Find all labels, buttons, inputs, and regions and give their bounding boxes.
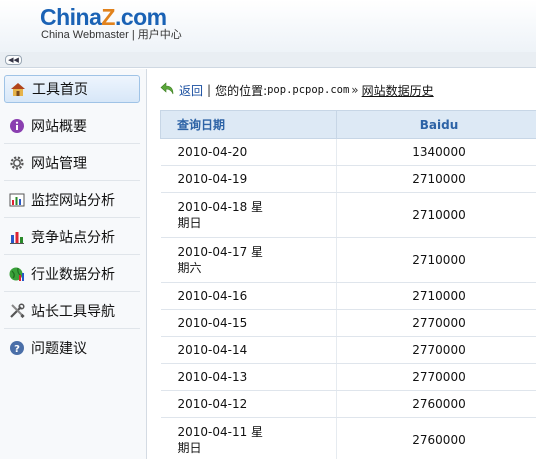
cell-date: 2010-04-12 bbox=[177, 397, 248, 411]
sidebar: 工具首页 网站概要 网站管理 监控网站分析 竞争站点分析 行业数据分析 站长工具… bbox=[0, 69, 147, 459]
sidebar-item-home[interactable]: 工具首页 bbox=[4, 75, 140, 103]
tools-icon bbox=[9, 303, 25, 319]
cell-date: 2010-04-17 星期六 bbox=[177, 245, 264, 275]
cell-baidu: 1340000 bbox=[336, 138, 536, 166]
cell-date: 2010-04-13 bbox=[177, 370, 248, 384]
home-icon bbox=[10, 81, 26, 97]
bar-chart-icon bbox=[9, 192, 25, 208]
cell-date: 2010-04-15 bbox=[177, 316, 248, 330]
cell-date: 2010-04-16 bbox=[177, 289, 248, 303]
logo-text-com: .com bbox=[114, 4, 167, 30]
column-header-baidu: Baidu bbox=[336, 110, 536, 139]
header-subtitle: China Webmaster | 用户中心 bbox=[41, 29, 182, 41]
current-page-link[interactable]: 网站数据历史 bbox=[362, 82, 434, 99]
cell-baidu: 2770000 bbox=[336, 309, 536, 337]
cell-baidu: 2710000 bbox=[336, 165, 536, 193]
table-row: 2010-04-15 2770000 bbox=[160, 309, 536, 337]
table-row: 2010-04-20 1340000 bbox=[160, 138, 536, 166]
cell-date: 2010-04-20 bbox=[177, 145, 248, 159]
sidebar-item-monitor-analysis[interactable]: 监控网站分析 bbox=[4, 186, 140, 214]
cell-baidu: 2770000 bbox=[336, 363, 536, 391]
table-row: 2010-04-18 星期日 2710000 bbox=[160, 192, 536, 238]
table-row: 2010-04-16 2710000 bbox=[160, 282, 536, 310]
cell-baidu: 2760000 bbox=[336, 417, 536, 459]
logo-text-china: China bbox=[40, 4, 102, 30]
history-table: 查询日期 Baidu 2010-04-20 1340000 2010-04-19… bbox=[160, 110, 536, 459]
table-row: 2010-04-11 星期日 2760000 bbox=[160, 417, 536, 459]
info-icon bbox=[9, 118, 25, 134]
cell-baidu: 2760000 bbox=[336, 390, 536, 418]
svg-text:?: ? bbox=[14, 344, 20, 355]
sidebar-item-label: 问题建议 bbox=[31, 341, 87, 357]
toggle-bar: ◀◀ bbox=[0, 52, 536, 68]
cell-baidu: 2710000 bbox=[336, 192, 536, 238]
sidebar-item-label: 竞争站点分析 bbox=[31, 230, 115, 246]
cell-baidu: 2710000 bbox=[336, 282, 536, 310]
cell-date: 2010-04-14 bbox=[177, 343, 248, 357]
logo[interactable]: ChinaZ.com bbox=[40, 4, 167, 30]
sidebar-item-competitor-analysis[interactable]: 竞争站点分析 bbox=[4, 223, 140, 251]
sidebar-item-label: 站长工具导航 bbox=[31, 304, 115, 320]
globe-chart-icon bbox=[9, 266, 25, 282]
main-content: 返回 | 您的位置: pop.pcpop.com » 网站数据历史 查询日期 B… bbox=[148, 69, 536, 459]
table-row: 2010-04-19 2710000 bbox=[160, 165, 536, 193]
sidebar-item-overview[interactable]: 网站概要 bbox=[4, 112, 140, 140]
help-icon: ? bbox=[9, 340, 25, 356]
table-row: 2010-04-12 2760000 bbox=[160, 390, 536, 418]
breadcrumb-separator: | bbox=[207, 83, 212, 97]
table-row: 2010-04-17 星期六 2710000 bbox=[160, 237, 536, 283]
site-domain: pop.pcpop.com bbox=[267, 84, 350, 96]
column-chart-icon bbox=[9, 229, 25, 245]
column-header-date: 查询日期 bbox=[160, 110, 337, 139]
breadcrumb-arrow: » bbox=[351, 83, 359, 97]
sidebar-item-feedback[interactable]: ? 问题建议 bbox=[4, 334, 140, 362]
sidebar-item-label: 行业数据分析 bbox=[31, 267, 115, 283]
cell-date: 2010-04-11 星期日 bbox=[177, 425, 264, 455]
double-chevron-left-icon[interactable]: ◀◀ bbox=[5, 55, 22, 65]
sidebar-item-label: 网站概要 bbox=[31, 119, 87, 135]
cell-baidu: 2710000 bbox=[336, 237, 536, 283]
cell-date: 2010-04-19 bbox=[177, 172, 248, 186]
sidebar-item-site-management[interactable]: 网站管理 bbox=[4, 149, 140, 177]
header: ChinaZ.com China Webmaster | 用户中心 bbox=[0, 0, 536, 52]
location-label: 您的位置: bbox=[215, 83, 268, 98]
sidebar-item-label: 工具首页 bbox=[32, 82, 88, 98]
cell-baidu: 2770000 bbox=[336, 336, 536, 364]
breadcrumb: 返回 | 您的位置: pop.pcpop.com » 网站数据历史 bbox=[160, 81, 434, 99]
sidebar-item-industry-analysis[interactable]: 行业数据分析 bbox=[4, 260, 140, 288]
table-row: 2010-04-13 2770000 bbox=[160, 363, 536, 391]
back-arrow-icon[interactable] bbox=[160, 82, 175, 98]
sidebar-item-label: 网站管理 bbox=[31, 156, 87, 172]
table-row: 2010-04-14 2770000 bbox=[160, 336, 536, 364]
sidebar-item-tools-nav[interactable]: 站长工具导航 bbox=[4, 297, 140, 325]
sidebar-item-label: 监控网站分析 bbox=[31, 193, 115, 209]
logo-text-z: Z bbox=[101, 4, 115, 30]
cell-date: 2010-04-18 星期日 bbox=[177, 200, 264, 230]
back-link[interactable]: 返回 bbox=[179, 82, 203, 99]
gear-icon bbox=[9, 155, 25, 171]
